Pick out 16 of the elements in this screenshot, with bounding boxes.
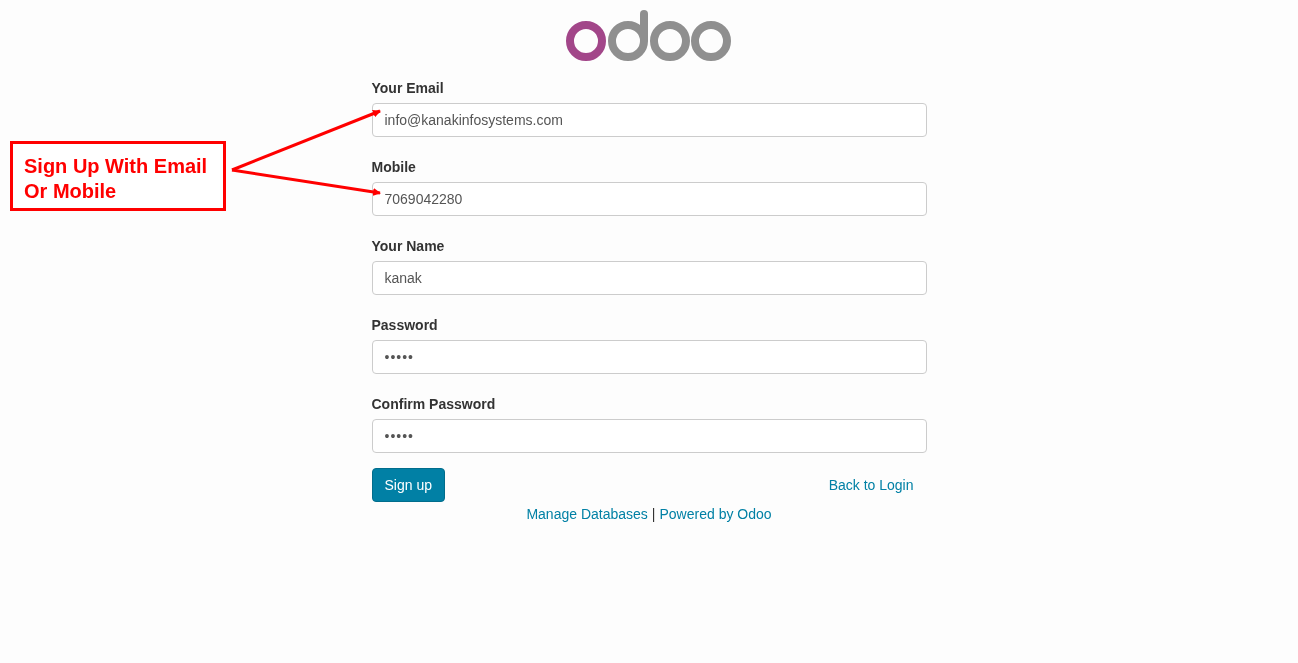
field-label: Your Name xyxy=(371,237,446,256)
field-label: Password xyxy=(371,316,439,335)
annotation-box: Sign Up With Email Or Mobile xyxy=(10,141,226,211)
field-label: Mobile xyxy=(371,158,417,177)
powered-by-link[interactable]: Powered by Odoo xyxy=(659,504,772,524)
manage-databases-link[interactable]: Manage Databases xyxy=(526,504,648,524)
input-field[interactable]: kanak xyxy=(371,261,927,295)
signup-button[interactable]: Sign up xyxy=(371,468,445,502)
input-field[interactable]: 7069042280 xyxy=(371,182,927,216)
back-to-login-link[interactable]: Back to Login xyxy=(828,474,914,496)
password-field[interactable]: ••••• xyxy=(371,419,927,453)
separator: | xyxy=(651,505,656,524)
field-label: Confirm Password xyxy=(371,395,497,414)
input-field[interactable]: info@kanakinfosystems.com xyxy=(371,103,927,137)
field-label: Your Email xyxy=(371,79,445,98)
password-field[interactable]: ••••• xyxy=(371,340,927,374)
